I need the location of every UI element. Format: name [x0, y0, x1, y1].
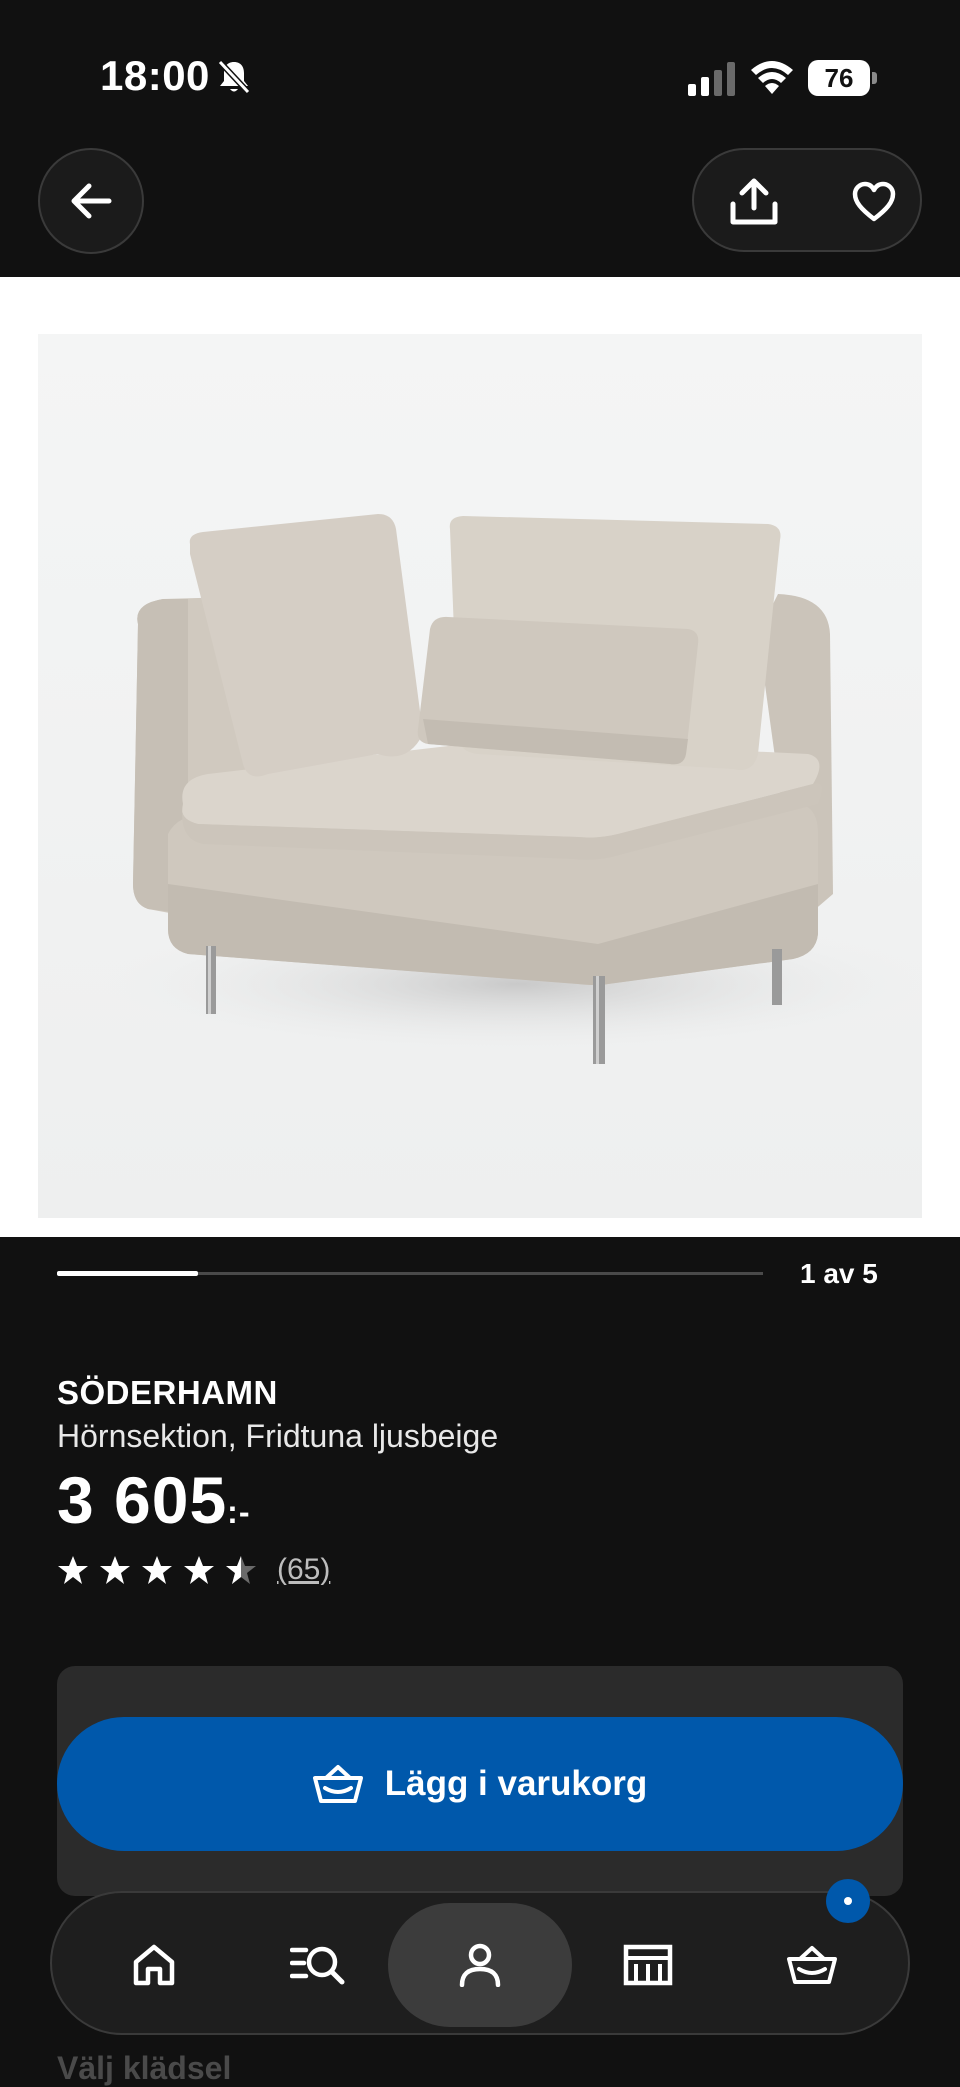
favorite-button[interactable]: [834, 162, 914, 242]
bottom-nav: [50, 1879, 910, 2035]
add-to-cart-label: Lägg i varukorg: [384, 1764, 648, 1803]
cart-badge: [826, 1879, 870, 1923]
carousel-progress-fill: [57, 1271, 199, 1276]
heart-icon: [852, 181, 896, 222]
profile-icon: [459, 1943, 501, 1987]
image-area: [0, 277, 960, 1237]
header-actions: [692, 148, 922, 252]
cart-icon: [787, 1946, 837, 1984]
back-button[interactable]: [38, 148, 144, 254]
product-image[interactable]: [38, 334, 922, 1218]
basket-icon: [312, 1765, 363, 1803]
product-name: SÖDERHAMN: [57, 1374, 278, 1411]
nav-profile[interactable]: [388, 1903, 572, 2027]
share-button[interactable]: [714, 162, 794, 242]
price-value: 3 605: [57, 1463, 228, 1537]
review-count-link[interactable]: (65): [277, 1553, 330, 1587]
price-suffix: :-: [227, 1494, 251, 1530]
rating[interactable]: (65): [57, 1550, 330, 1590]
arrow-left-icon: [71, 183, 112, 219]
bell-slash-icon: [217, 59, 251, 95]
status-time: 18:00: [100, 52, 210, 99]
signal-icon: [688, 62, 735, 96]
battery-level: 76: [808, 60, 870, 96]
next-section-title: Välj klädsel: [57, 2050, 232, 2086]
star-half-icon: [226, 1556, 256, 1584]
star-full-icon: [184, 1556, 214, 1584]
search-list-icon: [290, 1946, 345, 1985]
nav-search[interactable]: [260, 1907, 376, 2023]
home-icon: [133, 1944, 175, 1986]
nav-store[interactable]: [590, 1907, 706, 2023]
sofa-corner-image: [38, 334, 922, 1218]
carousel-progress: [57, 1271, 763, 1276]
status-bar: 18:00 76: [0, 0, 960, 150]
battery-icon: 76: [808, 60, 877, 96]
carousel-counter: 1 av 5: [800, 1258, 878, 1289]
star-full-icon: [142, 1556, 172, 1584]
store-icon: [623, 1944, 673, 1986]
share-icon: [730, 178, 778, 225]
product-description: Hörnsektion, Fridtuna ljusbeige: [57, 1418, 499, 1454]
add-to-cart-button[interactable]: Lägg i varukorg: [57, 1717, 903, 1851]
nav-cart[interactable]: [754, 1907, 870, 2023]
product-price: 3 605:-: [57, 1462, 250, 1538]
wifi-icon: [751, 61, 793, 94]
star-full-icon: [100, 1556, 130, 1584]
star-full-icon: [58, 1556, 88, 1584]
nav-home[interactable]: [96, 1907, 212, 2023]
badge-dot: [844, 1897, 852, 1905]
